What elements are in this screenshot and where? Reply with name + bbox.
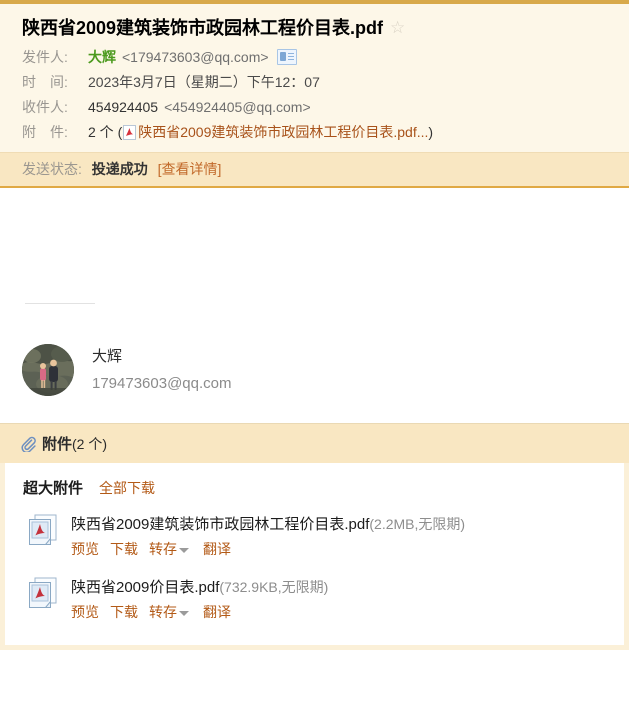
attachment-info: 陕西省2009价目表.pdf(732.9KB,无限期) 预览 下载 转存 翻译 [71,576,328,623]
mail-header: 陕西省2009建筑装饰市政园林工程价目表.pdf ☆ 发件人: 大辉 <1794… [0,4,629,152]
to-name[interactable]: 454924405 [88,96,158,119]
attachment-size: (732.9KB,无限期) [219,579,329,595]
time-value: 2023年3月7日（星期二）下午12：07 [88,74,320,90]
chevron-down-icon[interactable] [179,610,189,616]
signature-email: 179473603@qq.com [92,375,232,392]
list-item: 陕西省2009价目表.pdf(732.9KB,无限期) 预览 下载 转存 翻译 [5,566,624,629]
star-icon[interactable]: ☆ [390,19,405,36]
time-row: 时 间: 2023年3月7日（星期二）下午12：07 [0,70,629,95]
to-row: 收件人: 454924405 <454924405@qq.com> [0,95,629,120]
attachments-group-title: 超大附件 [23,480,84,497]
attachment-name[interactable]: 陕西省2009建筑装饰市政园林工程价目表.pdf [71,516,369,533]
translate-link[interactable]: 翻译 [203,601,231,623]
pdf-file-icon [29,514,57,545]
attachment-size: (2.2MB,无限期) [369,516,466,532]
subject-row: 陕西省2009建筑装饰市政园林工程价目表.pdf ☆ [0,15,629,45]
pdf-file-icon [29,577,57,608]
attachments-count: (2 个) [72,435,108,452]
preview-link[interactable]: 预览 [71,601,99,623]
attachments-section: 附件 (2 个) 超大附件 全部下载 陕西省2009建筑装饰市政园林工程价目表.… [0,423,629,650]
attachment-summary-name[interactable]: 陕西省2009建筑装饰市政园林工程价目表.pdf... [138,121,428,144]
save-to-link[interactable]: 转存 [149,538,177,560]
sender-signature: 大辉 179473603@qq.com [22,343,232,397]
attachment-info: 陕西省2009建筑装饰市政园林工程价目表.pdf(2.2MB,无限期) 预览 下… [71,513,465,560]
translate-link[interactable]: 翻译 [203,538,231,560]
status-badge: 投递成功 [91,161,148,177]
page-title: 陕西省2009建筑装饰市政园林工程价目表.pdf [22,18,384,38]
from-row: 发件人: 大辉 <179473603@qq.com> [0,45,629,70]
attachment-summary-count: 2 个 ( [88,124,123,140]
attachments-header: 附件 (2 个) [0,423,629,463]
attachment-actions: 预览 下载 转存 翻译 [71,601,328,623]
time-label: 时 间: [22,74,68,90]
to-address[interactable]: <454924405@qq.com> [164,96,311,119]
send-status-bar: 发送状态: 投递成功 [查看详情] [0,152,629,188]
send-status-label: 发送状态: [22,161,82,177]
list-item: 陕西省2009建筑装饰市政园林工程价目表.pdf(2.2MB,无限期) 预览 下… [5,507,624,566]
from-address[interactable]: <179473603@qq.com> [122,46,269,69]
attachment-name-row: 陕西省2009建筑装饰市政园林工程价目表.pdf(2.2MB,无限期) [71,513,465,536]
contact-card-icon[interactable] [276,48,297,65]
download-link[interactable]: 下载 [110,601,138,623]
attachments-body: 超大附件 全部下载 陕西省2009建筑装饰市政园林工程价目表.pdf(2.2MB… [0,463,629,650]
to-label: 收件人: [22,99,68,115]
attachment-name[interactable]: 陕西省2009价目表.pdf [71,579,219,596]
attachment-summary-label: 附 件: [22,124,68,140]
attachments-group-header: 超大附件 全部下载 [5,477,624,507]
avatar[interactable] [22,344,74,396]
preview-link[interactable]: 预览 [71,538,99,560]
attachment-name-row: 陕西省2009价目表.pdf(732.9KB,无限期) [71,576,328,599]
chevron-down-icon[interactable] [179,547,189,553]
paperclip-icon [21,436,36,452]
attachment-actions: 预览 下载 转存 翻译 [71,538,465,560]
signature-text: 大辉 179473603@qq.com [92,343,232,397]
pdf-icon [123,125,137,140]
from-label: 发件人: [22,49,68,65]
attachment-summary-close: ) [428,124,434,140]
view-details-link[interactable]: [查看详情] [158,161,222,177]
download-all-link[interactable]: 全部下载 [99,478,155,498]
mail-body: 大辉 179473603@qq.com [0,188,629,423]
save-to-link[interactable]: 转存 [149,601,177,623]
attachments-title: 附件 [42,436,73,453]
from-name[interactable]: 大辉 [88,46,116,69]
attachment-summary-row: 附 件: 2 个 ( 陕西省2009建筑装饰市政园林工程价目表.pdf... ) [0,120,629,152]
signature-name: 大辉 [92,348,123,365]
download-link[interactable]: 下载 [110,538,138,560]
signature-divider [25,303,95,304]
